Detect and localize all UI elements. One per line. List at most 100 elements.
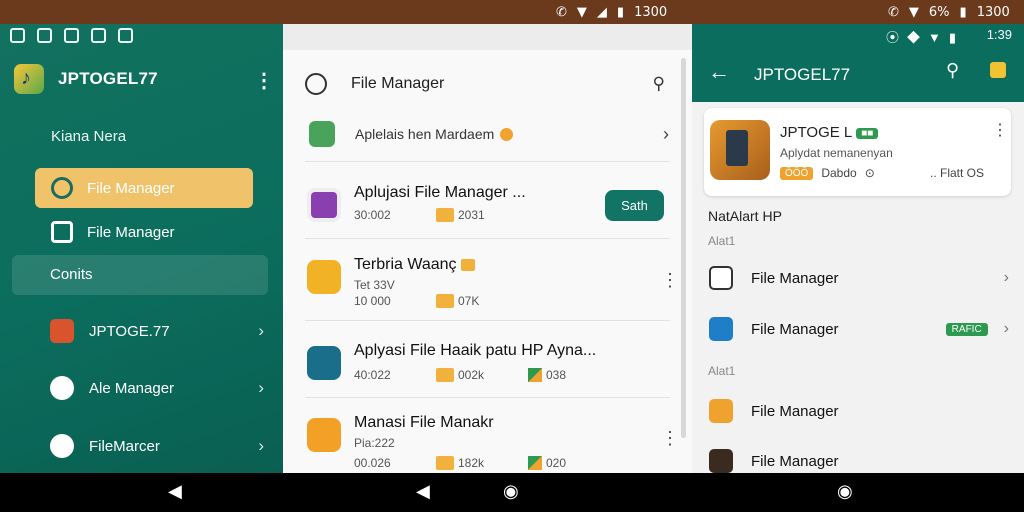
notif-icon [91, 28, 106, 43]
tag-icon [460, 258, 475, 271]
compass-icon[interactable] [305, 73, 327, 95]
list-item-label: File Manager [751, 452, 839, 470]
signal-icon: ◢ [596, 4, 607, 20]
item-meta: 40:022 002k 038 [354, 368, 566, 382]
home-nav-icon[interactable]: ◉ [503, 481, 519, 502]
list-item-label: File Manager [751, 402, 839, 420]
list-item[interactable]: Aplyasi File Haaik patu HP Ayna... 40:02… [307, 334, 669, 404]
wifi-icon: ▼ [908, 4, 919, 20]
app-row[interactable]: Aplelais hen Mardaem › [309, 120, 669, 148]
back-nav-icon[interactable]: ◀ [416, 481, 430, 502]
overflow-menu-icon[interactable]: ⋮ [992, 120, 1008, 140]
status-time-middle: 1300 [634, 4, 668, 20]
bag-icon [307, 260, 341, 294]
status-icons: ⦿◆▼▮ [885, 30, 964, 45]
section-title: NatAlart HP [708, 208, 782, 224]
item-title: Manasi File Manakr [354, 414, 494, 431]
status-time-right: 1300 [976, 4, 1010, 20]
list-item[interactable]: File Manager [709, 446, 1009, 476]
list-item[interactable]: File Manager › [709, 263, 1009, 293]
search-icon[interactable]: ⚲ [653, 74, 665, 94]
panel-header: File Manager ⚲ [305, 70, 665, 98]
drawer-item-label: File Manager [87, 223, 175, 241]
drawer-nav-label: Ale Manager [89, 379, 175, 397]
status-clock: 1:39 [986, 27, 1012, 42]
page-title: File Manager [351, 75, 445, 92]
lock-icon[interactable] [990, 62, 1006, 78]
info-icon: ⊙ [864, 166, 875, 180]
action-button[interactable]: Sath [605, 190, 664, 221]
chat-icon [307, 346, 341, 380]
back-arrow-icon[interactable]: ← [708, 59, 730, 85]
notif-icon [10, 28, 25, 43]
status-bar: ✆ ▼ ◢ ▮ 1300 ✆ ▼ 6% ▮ 1300 [0, 0, 1024, 24]
recycle-icon [51, 221, 73, 243]
section-subtitle: Alat1 [708, 234, 736, 248]
system-nav-bar: ◀ ◀ ◉ ◉ [0, 473, 1024, 512]
divider [305, 238, 670, 239]
home-nav-icon[interactable]: ◉ [837, 481, 853, 502]
drawer-item-file-manager[interactable]: File Manager [35, 212, 253, 252]
status-icons-right: ✆ ▼ 6% ▮ 1300 [888, 4, 1010, 20]
right-status-bar: ⦿◆▼▮ 1:39 [692, 24, 1024, 46]
item-meta-1: 00.026 [354, 456, 391, 470]
list-item[interactable]: File Manager RAFIC › [709, 314, 1009, 344]
app-bar-title: JPTOGEL77 [754, 65, 851, 84]
vibrate-icon: ✆ [556, 4, 567, 20]
item-meta-2: 2031 [436, 208, 485, 222]
chevron-right-icon: › [258, 321, 264, 340]
drawer-nav-jptogel[interactable]: JPTOGE.77 › [50, 316, 264, 346]
drawer-group[interactable]: Conits [12, 255, 268, 295]
app-icon [709, 449, 733, 473]
divider [305, 320, 670, 321]
drawer-item-label: File Manager [87, 179, 175, 197]
overflow-menu-icon[interactable]: ⋮ [254, 68, 274, 93]
brand[interactable]: JPTOGEL77 [14, 64, 158, 94]
status-badge: RAFIC [945, 322, 988, 336]
app-card[interactable]: JPTOGE L ■■ Aplydat nemanenyan ŌŌŌ Dabdo … [704, 108, 1011, 196]
overflow-menu-icon[interactable]: ⋮ [661, 270, 679, 291]
scrollbar[interactable] [681, 58, 686, 438]
notif-icon [118, 28, 133, 43]
app-card-subtitle: Aplydat nemanenyan [780, 146, 893, 160]
app-row-label: Aplelais hen Mardaem [355, 126, 495, 142]
folder-icon [709, 266, 733, 290]
battery-icon: ▮ [616, 4, 625, 20]
divider [305, 161, 670, 162]
flag-icon [528, 368, 542, 382]
notif-icon [64, 28, 79, 43]
app-detail-panel: ⦿◆▼▮ 1:39 ← JPTOGEL77 ⚲ JPTOGE L ■■ Aplyd… [692, 24, 1024, 473]
item-meta-2: 182k [436, 456, 528, 470]
list-item[interactable]: File Manager [709, 396, 1009, 426]
list-item-label: File Manager [751, 269, 839, 287]
app-icon [307, 188, 341, 222]
mute-icon: ✆ [888, 4, 899, 20]
app-icon [309, 121, 335, 147]
item-meta: 30:002 2031 [354, 208, 485, 222]
info-badge-icon [500, 127, 514, 141]
globe-icon [50, 376, 74, 400]
item-meta-1: 40:022 [354, 368, 391, 382]
list-item[interactable]: Manasi File Manakr Pia:222 00.026 182k 0… [307, 406, 679, 476]
app-card-meta: .. Flatt OS [930, 166, 985, 180]
rating-text: Dabdo [821, 166, 857, 180]
search-icon[interactable]: ⚲ [946, 60, 959, 81]
drawer-nav-label: FileMarcer [89, 437, 160, 455]
verified-badge: ■■ [856, 127, 879, 139]
overflow-menu-icon[interactable]: ⋮ [661, 428, 679, 449]
item-meta-1: 10 000 [354, 294, 391, 308]
list-item[interactable]: Aplujasi File Manager ... 30:002 2031 Sa… [307, 176, 669, 246]
app-icon [50, 319, 74, 343]
item-title: Aplujasi File Manager ... [354, 184, 526, 201]
drawer-nav-filemarcer[interactable]: FileMarcer › [50, 431, 264, 461]
back-nav-icon[interactable]: ◀ [168, 481, 182, 502]
item-meta-2: 002k [436, 368, 528, 382]
list-item[interactable]: Terbria Waanç Tet 33V 10 000 07K ⋮ [307, 248, 679, 318]
item-subtitle: Tet 33V [354, 278, 395, 292]
app-icon [710, 120, 770, 180]
drawer-nav-ale-manager[interactable]: Ale Manager › [50, 373, 264, 403]
panel-top-strip [283, 24, 692, 50]
bird-icon [50, 434, 74, 458]
drawer-item-file-manager-active[interactable]: File Manager [35, 168, 253, 208]
item-meta-2: 07K [436, 294, 479, 308]
